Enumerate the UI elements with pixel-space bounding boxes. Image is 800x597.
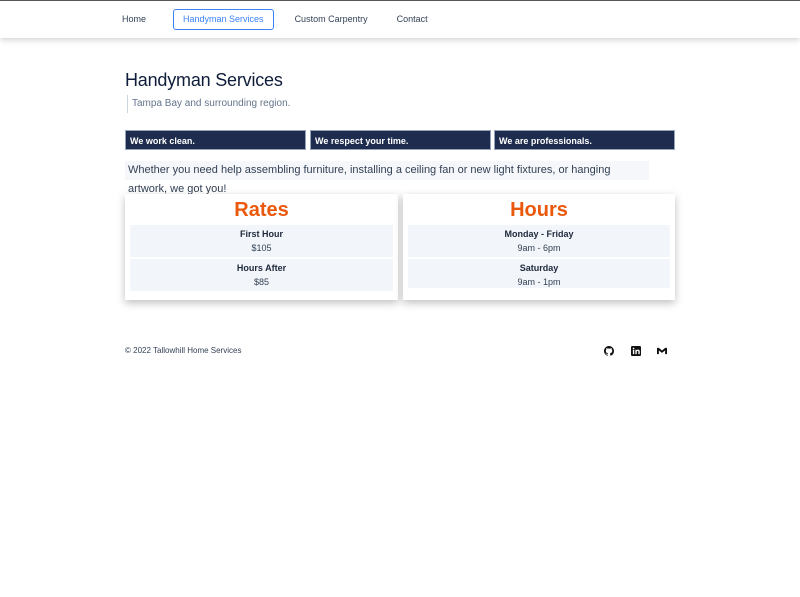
- nav-handyman-services-link[interactable]: Handyman Services: [173, 9, 274, 30]
- hours-value: 9am - 6pm: [517, 243, 561, 253]
- hours-label: Monday - Friday: [504, 229, 574, 239]
- footer-copyright: © 2022 Tallowhill Home Services: [125, 346, 242, 355]
- rate-row: First Hour $105: [130, 225, 393, 257]
- rates-card: Rates First Hour $105 Hours After $85: [125, 194, 398, 300]
- rate-label: First Hour: [239, 229, 283, 239]
- github-icon[interactable]: [604, 346, 614, 356]
- rate-value: $85: [253, 277, 270, 287]
- hours-row: Saturday 9am - 1pm: [408, 259, 670, 288]
- hours-value: 9am - 1pm: [517, 277, 561, 287]
- nav-home-link[interactable]: Home: [112, 9, 156, 30]
- feature-tag-time: We respect your time.: [310, 130, 491, 150]
- main-nav: Home Handyman Services Custom Carpentry …: [112, 9, 442, 30]
- hours-card: Hours Monday - Friday 9am - 6pm Saturday…: [403, 194, 675, 300]
- hours-row: Monday - Friday 9am - 6pm: [408, 225, 670, 257]
- rates-title: Rates: [234, 199, 289, 221]
- linkedin-icon[interactable]: [631, 346, 641, 356]
- intro-text: Whether you need help assembling furnitu…: [125, 161, 649, 195]
- page-title: Handyman Services: [125, 70, 283, 90]
- rate-label: Hours After: [236, 263, 287, 273]
- page-subtitle: Tampa Bay and surrounding region.: [127, 95, 290, 113]
- feature-tag-professional: We are professionals.: [494, 130, 675, 150]
- hours-title: Hours: [510, 199, 568, 221]
- nav-contact-link[interactable]: Contact: [387, 9, 438, 30]
- top-navbar: Home Handyman Services Custom Carpentry …: [0, 0, 800, 38]
- hours-label: Saturday: [519, 263, 559, 273]
- rate-value: $105: [251, 243, 272, 253]
- feature-tag-clean: We work clean.: [125, 130, 306, 150]
- nav-custom-carpentry-link[interactable]: Custom Carpentry: [285, 9, 378, 30]
- rate-row: Hours After $85: [130, 259, 393, 291]
- gmail-icon[interactable]: [657, 346, 667, 356]
